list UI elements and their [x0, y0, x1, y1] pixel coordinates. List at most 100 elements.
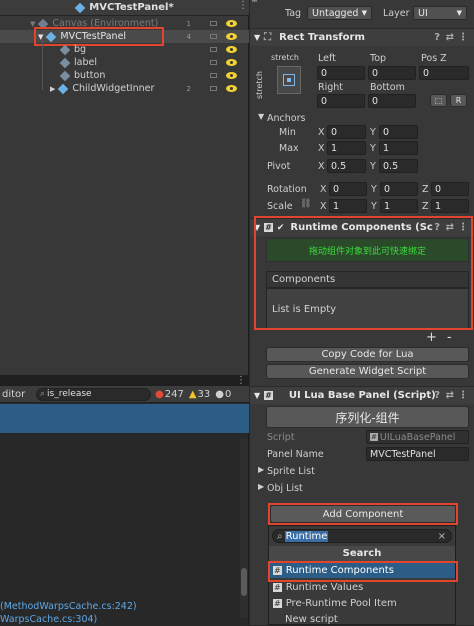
remove-item-button[interactable]: - [447, 330, 452, 345]
component-menu-icon[interactable]: ⋮ [458, 32, 468, 43]
warning-count[interactable]: 33 [198, 389, 211, 400]
tree-line [42, 38, 43, 90]
preset-icon[interactable]: ⇄ [446, 32, 454, 43]
component-menu-icon[interactable]: ⋮ [458, 390, 468, 401]
link-icon[interactable]: ⛓ [300, 199, 311, 209]
scale-z-field[interactable]: 1 [431, 199, 469, 213]
result-pre-runtime-pool-item[interactable]: # Pre-Runtime Pool Item [269, 596, 455, 611]
serialize-components-button[interactable]: 序列化-组件 [266, 406, 469, 428]
visibility-eye-icon[interactable] [226, 85, 237, 92]
layer-dropdown[interactable]: UI ▼ [413, 6, 467, 20]
posz-field[interactable]: 0 [419, 66, 469, 80]
copy-code-button[interactable]: Copy Code for Lua [266, 347, 469, 362]
console-tab[interactable]: ditor [2, 389, 36, 400]
x-label: X [318, 143, 325, 154]
log-line[interactable]: (MethodWarpsCache.cs:242) [0, 601, 137, 612]
console-scrollbar[interactable] [240, 438, 248, 618]
menu-dots-icon[interactable]: ⋮ [238, 0, 248, 16]
expand-arrow-icon[interactable]: ▼ [254, 391, 260, 400]
component-search-input[interactable]: ⌕ Runtime × [272, 529, 452, 543]
toggle-icon[interactable] [210, 73, 217, 78]
console-selected-entry[interactable] [0, 404, 249, 433]
script-icon: # [273, 599, 282, 608]
warning-icon[interactable]: ▲ [189, 389, 197, 400]
stretch-label-side: stretch [255, 71, 264, 99]
tag-dropdown[interactable]: Untagged ▼ [307, 6, 372, 20]
console-search-input[interactable]: ⌕ is_release [36, 387, 151, 401]
visibility-eye-icon[interactable] [226, 72, 237, 79]
inspector-panel: ⚙ Tag Untagged▼ Layer UI▼ ▼ ⛶ Rect Trans… [250, 0, 474, 625]
scale-x-field[interactable]: 1 [329, 199, 367, 213]
help-icon[interactable]: ? [434, 32, 440, 43]
gear-icon[interactable]: ⚙ [250, 0, 259, 5]
info-icon[interactable]: ● [215, 389, 224, 400]
pivot-x-field[interactable]: 0.5 [327, 159, 366, 173]
scroll-thumb[interactable] [241, 568, 247, 596]
toggle-icon[interactable] [210, 34, 217, 39]
expand-arrow-icon[interactable]: ▶ [258, 482, 264, 491]
clear-search-icon[interactable]: × [438, 531, 446, 542]
left-field[interactable]: 0 [317, 66, 365, 80]
anchor-preset-button[interactable] [277, 66, 301, 94]
tag-label: Tag [285, 8, 302, 19]
z-label: Z [422, 184, 429, 195]
panel-name-field[interactable]: MVCTestPanel [366, 447, 469, 461]
toggle-icon[interactable] [210, 86, 217, 91]
expand-arrow-icon[interactable]: ▶ [258, 465, 264, 474]
hierarchy-row-label: label [74, 57, 97, 68]
bottom-field[interactable]: 0 [368, 94, 416, 108]
visibility-eye-icon[interactable] [226, 33, 237, 40]
pivot-y-field[interactable]: 0.5 [379, 159, 418, 173]
result-new-script[interactable]: New script [269, 613, 455, 626]
visibility-eye-icon[interactable] [226, 46, 237, 53]
obj-list-foldout[interactable]: Obj List [267, 483, 303, 494]
min-x-field[interactable]: 0 [327, 125, 366, 139]
expand-arrow-icon[interactable]: ▼ [254, 33, 260, 42]
preset-icon[interactable]: ⇄ [446, 390, 454, 401]
hierarchy-title: MVCTestPanel* [89, 2, 174, 13]
max-x-field[interactable]: 1 [327, 141, 366, 155]
expand-arrow-icon[interactable]: ▶ [50, 85, 55, 93]
visibility-eye-icon[interactable] [226, 20, 237, 27]
error-icon[interactable]: ● [155, 389, 164, 400]
x-label: X [320, 201, 327, 212]
right-field[interactable]: 0 [317, 94, 365, 108]
sprite-list-foldout[interactable]: Sprite List [267, 466, 315, 477]
info-count[interactable]: 0 [225, 389, 231, 400]
toggle-icon[interactable] [210, 60, 217, 65]
menu-dots-icon[interactable]: ⋮ [236, 375, 246, 386]
highlight-box [268, 503, 458, 525]
rotation-y-field[interactable]: 0 [380, 182, 418, 196]
toggle-icon[interactable] [210, 47, 217, 52]
hierarchy-row-button[interactable]: button [0, 69, 249, 82]
expand-arrow-icon[interactable]: ▼ [258, 112, 264, 121]
add-item-button[interactable]: + [426, 330, 437, 345]
help-icon[interactable]: ? [434, 390, 440, 401]
error-count[interactable]: 247 [165, 389, 184, 400]
highlight-box [254, 216, 473, 330]
rotation-x-field[interactable]: 0 [329, 182, 367, 196]
min-y-field[interactable]: 0 [379, 125, 418, 139]
z-label: Z [422, 201, 429, 212]
max-y-field[interactable]: 1 [379, 141, 418, 155]
lua-panel-header[interactable]: ▼ # UI Lua Base Panel (Script) ? ⇄ ⋮ [250, 386, 474, 404]
raw-edit-button[interactable]: R [450, 94, 467, 107]
hierarchy-row-childwidgetinner[interactable]: ▶ ChildWidgetInner 2 [0, 82, 249, 95]
panel-name-label: Panel Name [267, 449, 324, 460]
layer-label: Layer [383, 8, 410, 19]
hierarchy-row-label-item[interactable]: label [0, 56, 249, 69]
visibility-eye-icon[interactable] [226, 59, 237, 66]
blueprint-button[interactable]: ⬚ [430, 94, 447, 107]
rect-transform-header[interactable]: ▼ ⛶ Rect Transform ? ⇄ ⋮ [250, 28, 474, 46]
scale-y-field[interactable]: 1 [380, 199, 418, 213]
generate-widget-script-button[interactable]: Generate Widget Script [266, 364, 469, 379]
toggle-icon[interactable] [210, 21, 217, 26]
log-line[interactable]: WarpsCache.cs:304) [0, 614, 97, 625]
result-runtime-values[interactable]: # Runtime Values [269, 580, 455, 595]
splitter[interactable] [0, 375, 249, 386]
top-field[interactable]: 0 [368, 66, 416, 80]
child-count: 1 [186, 19, 191, 28]
search-text: Runtime [284, 530, 329, 542]
hierarchy-row-bg[interactable]: bg [0, 43, 249, 56]
rotation-z-field[interactable]: 0 [431, 182, 469, 196]
